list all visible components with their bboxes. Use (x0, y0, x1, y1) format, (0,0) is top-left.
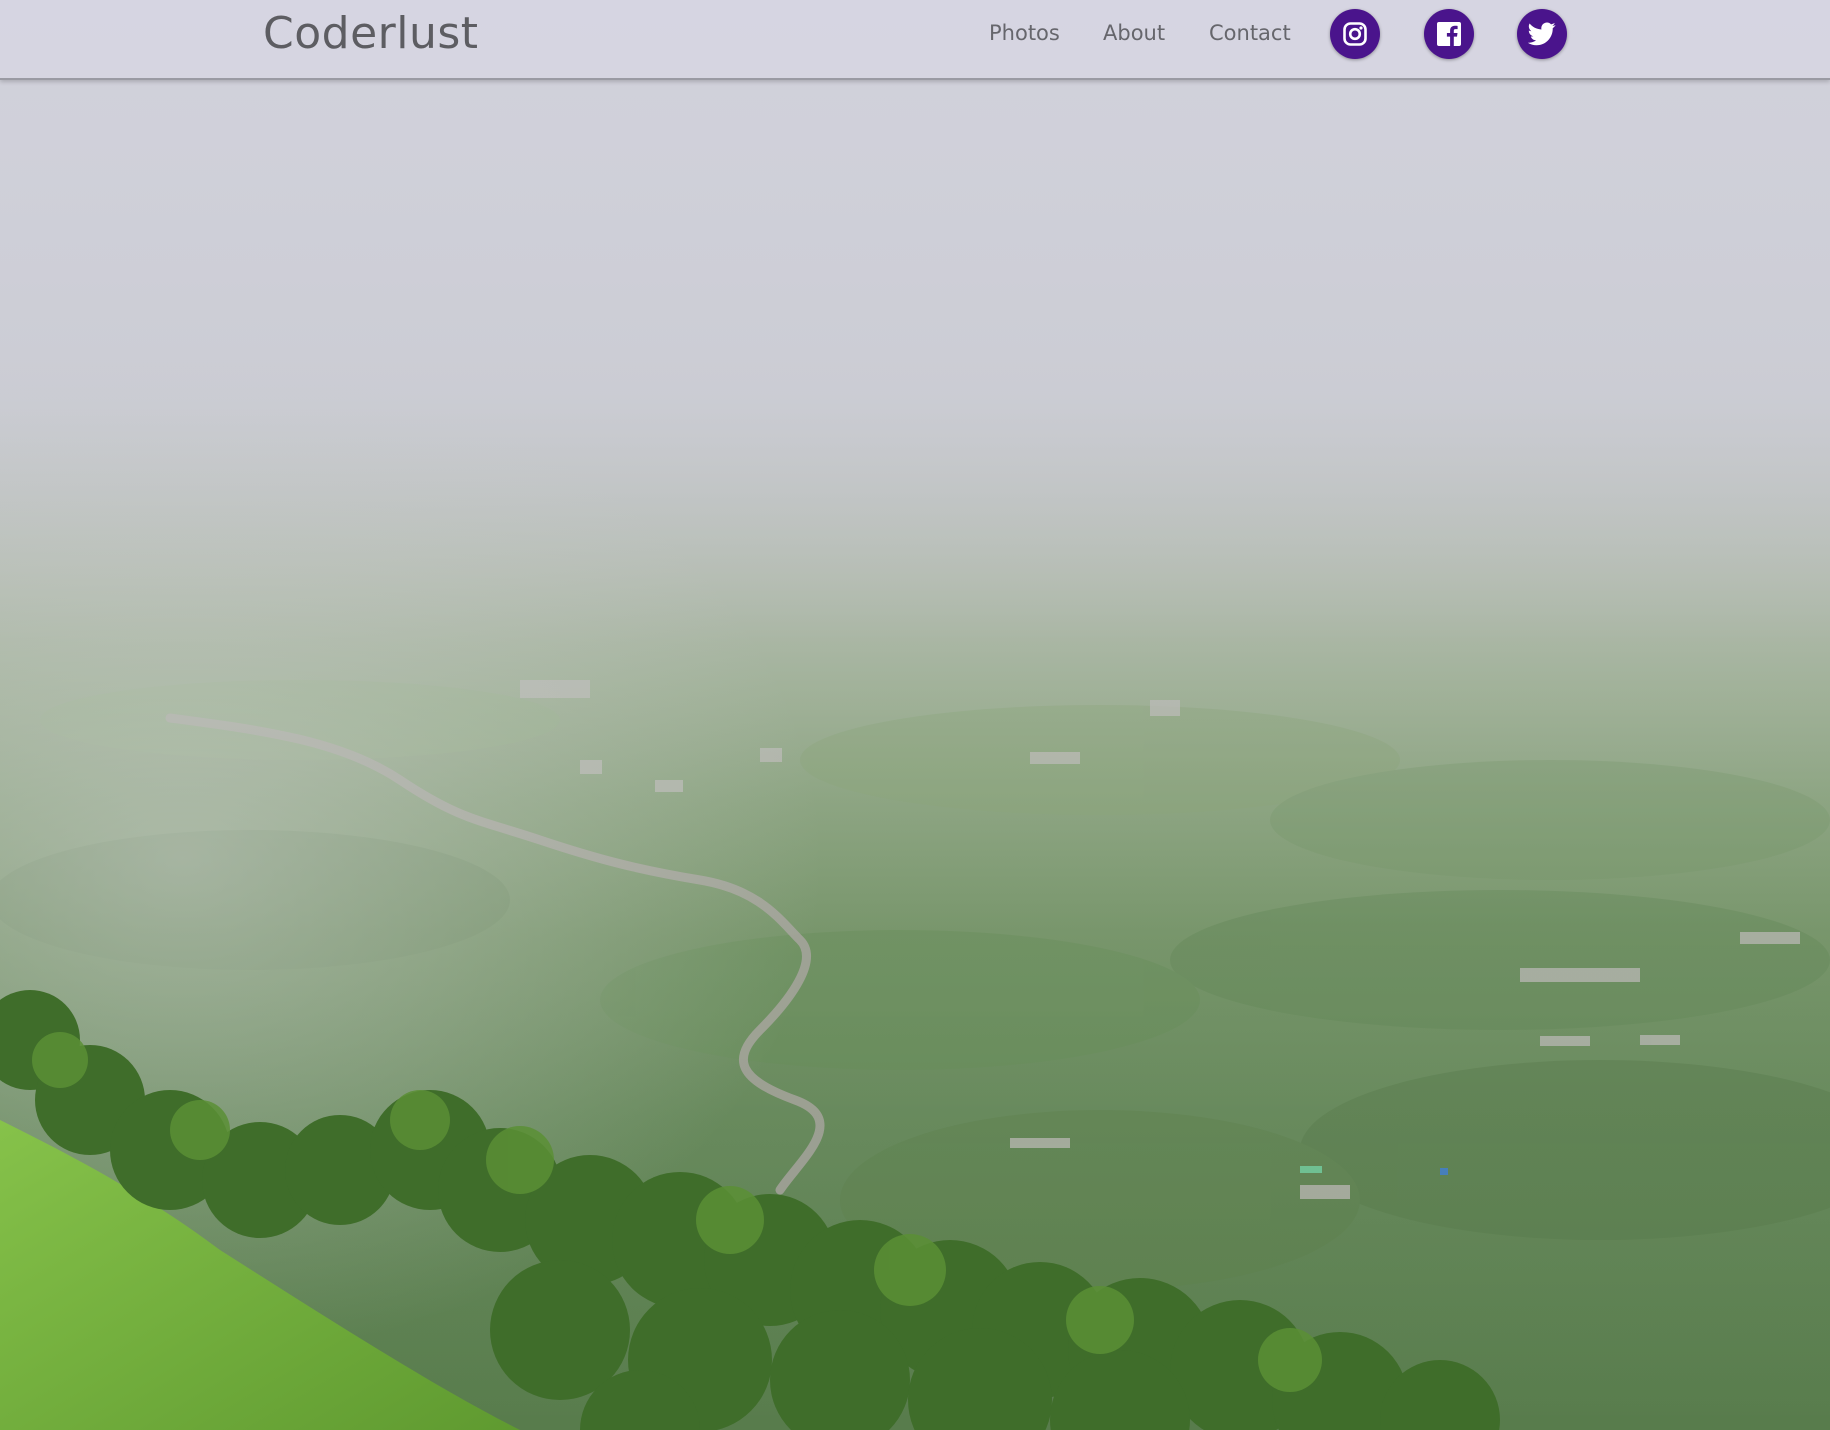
top-navbar: Coderlust Photos About Contact (0, 0, 1830, 80)
nav-link-contact[interactable]: Contact (1209, 18, 1291, 48)
brand-logo-text[interactable]: Coderlust (263, 6, 479, 62)
nav-link-photos[interactable]: Photos (989, 18, 1060, 48)
facebook-button[interactable] (1424, 9, 1474, 59)
valley-landscape-illustration (0, 0, 1830, 1430)
facebook-icon (1437, 22, 1461, 46)
hero-background-image (0, 0, 1830, 1430)
nav-link-about[interactable]: About (1103, 18, 1165, 48)
twitter-icon (1528, 22, 1556, 46)
instagram-button[interactable] (1330, 9, 1380, 59)
twitter-button[interactable] (1517, 9, 1567, 59)
instagram-icon (1343, 22, 1367, 46)
